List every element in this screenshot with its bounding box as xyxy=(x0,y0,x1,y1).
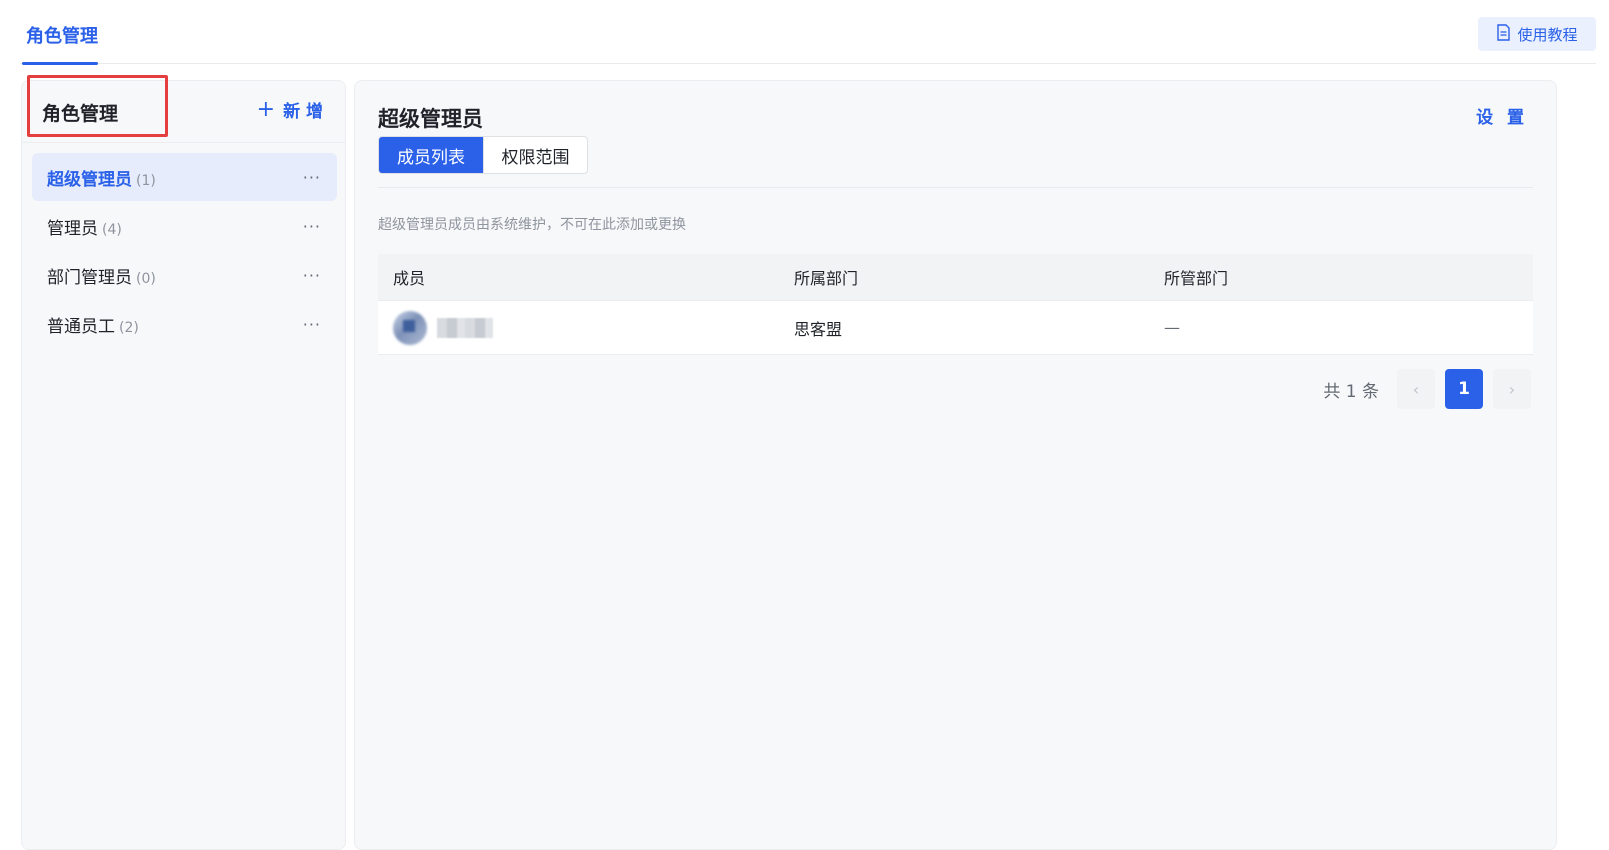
role-list: 超级管理员 (1) ··· 管理员 (4) ··· 部门管理员 (0) ··· 普通员… xyxy=(32,153,337,349)
role-label: 普通员工 xyxy=(47,316,115,337)
role-label: 管理员 xyxy=(47,218,98,239)
notice-text: 超级管理员成员由系统维护，不可在此添加或更换 xyxy=(378,217,686,233)
column-header-member: 成员 xyxy=(393,269,426,288)
role-name: 超级管理员 (1) xyxy=(47,165,156,190)
role-name: 管理员 (4) xyxy=(47,214,122,239)
top-tab-bar: 角色管理 使用教程 xyxy=(20,0,1596,65)
role-name: 部门管理员 (0) xyxy=(47,263,156,288)
role-label: 超级管理员 xyxy=(47,169,132,190)
settings-button[interactable]: 设 置 xyxy=(1476,103,1528,128)
tutorial-button[interactable]: 使用教程 xyxy=(1478,17,1596,51)
table-header: 成员 所属部门 所管部门 xyxy=(378,254,1533,301)
more-icon[interactable]: ··· xyxy=(303,315,321,334)
chevron-right-icon: › xyxy=(1508,379,1516,399)
department-cell: 思客盟 xyxy=(794,319,843,339)
document-icon xyxy=(1496,23,1511,45)
add-role-button[interactable]: + 新 增 xyxy=(257,97,323,122)
role-item-admin[interactable]: 管理员 (4) ··· xyxy=(32,202,337,250)
prev-page-button[interactable]: ‹ xyxy=(1397,369,1435,409)
column-header-department: 所属部门 xyxy=(794,269,859,288)
tab-role-management[interactable]: 角色管理 xyxy=(22,22,102,65)
role-detail-panel: 超级管理员 设 置 成员列表 权限范围 超级管理员成员由系统维护，不可在此添加或… xyxy=(354,80,1557,850)
managed-cell: — xyxy=(1164,318,1180,337)
page-button-1[interactable]: 1 xyxy=(1445,369,1483,409)
role-count: (0) xyxy=(136,270,156,287)
role-count: (2) xyxy=(119,319,139,336)
role-item-super-admin[interactable]: 超级管理员 (1) ··· xyxy=(32,153,337,201)
blurred-member-name xyxy=(437,317,493,338)
plus-icon: + xyxy=(256,96,276,122)
tutorial-label: 使用教程 xyxy=(1517,25,1578,44)
role-count: (4) xyxy=(102,221,122,238)
member-table: 成员 所属部门 所管部门 思客盟 — xyxy=(378,254,1533,355)
role-title: 超级管理员 xyxy=(378,107,483,131)
total-count: 共 1 条 xyxy=(1323,381,1379,402)
pagination: 共 1 条 ‹ 1 › xyxy=(1323,369,1531,409)
role-item-dept-admin[interactable]: 部门管理员 (0) ··· xyxy=(32,251,337,299)
role-label: 部门管理员 xyxy=(47,267,132,288)
table-row: 思客盟 — xyxy=(378,301,1533,355)
divider xyxy=(378,187,1533,188)
next-page-button[interactable]: › xyxy=(1493,369,1531,409)
highlight-annotation-box xyxy=(27,75,168,137)
tab-label: 角色管理 xyxy=(26,26,98,47)
detail-tabs: 成员列表 权限范围 xyxy=(378,136,588,174)
app-window: 角色管理 使用教程 角色管理 + 新 增 超级管理员 (1) ··· 管理员 (4 xyxy=(0,0,1609,850)
more-icon[interactable]: ··· xyxy=(303,168,321,187)
role-name: 普通员工 (2) xyxy=(47,312,139,337)
add-role-label: 新 增 xyxy=(283,102,323,122)
tab-permission-scope[interactable]: 权限范围 xyxy=(483,137,587,173)
member-cell xyxy=(378,310,794,345)
role-sidebar: 角色管理 + 新 增 超级管理员 (1) ··· 管理员 (4) ··· 部门管理员… xyxy=(21,75,346,850)
role-sidebar-header: 角色管理 + 新 增 xyxy=(22,75,345,143)
role-item-employee[interactable]: 普通员工 (2) ··· xyxy=(32,300,337,348)
tab-member-list[interactable]: 成员列表 xyxy=(379,137,483,173)
more-icon[interactable]: ··· xyxy=(303,217,321,236)
role-count: (1) xyxy=(136,172,156,189)
chevron-left-icon: ‹ xyxy=(1412,379,1420,399)
active-tab-underline xyxy=(22,62,98,65)
more-icon[interactable]: ··· xyxy=(303,266,321,285)
avatar xyxy=(393,310,427,345)
column-header-managed: 所管部门 xyxy=(1164,269,1229,288)
